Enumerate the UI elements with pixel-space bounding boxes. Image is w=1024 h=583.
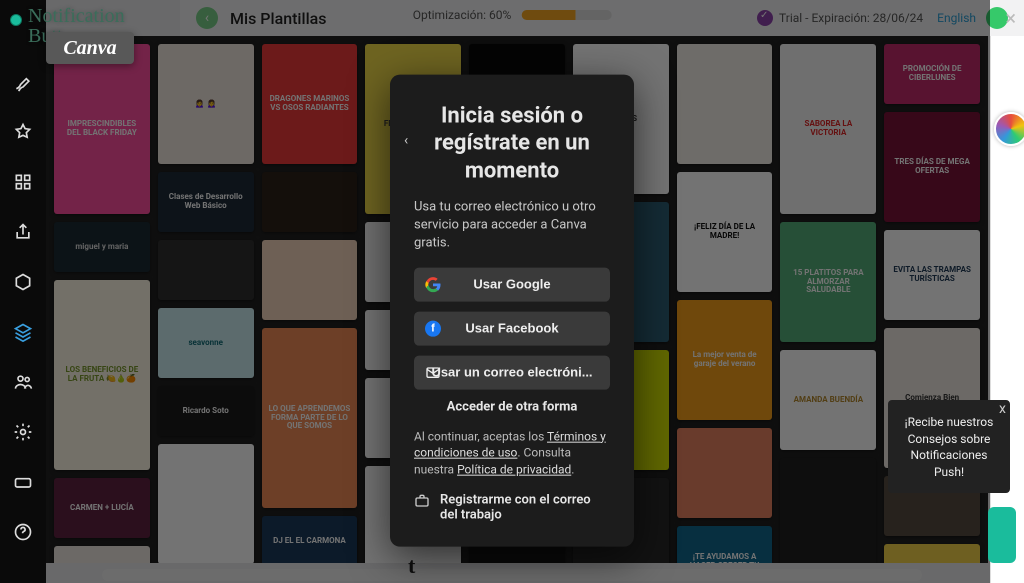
notification-dot-icon	[10, 14, 22, 26]
corner-widget[interactable]	[988, 507, 1016, 563]
login-facebook-button[interactable]: f Usar Facebook	[414, 311, 610, 345]
login-email-button[interactable]: Usar un correo electróni...	[414, 355, 610, 389]
briefcase-icon	[414, 493, 430, 513]
right-rail	[990, 36, 1024, 583]
push-close-icon[interactable]: x	[999, 400, 1006, 420]
modal-subtitle: Usa tu correo electrónico u otro servici…	[414, 199, 610, 254]
palette-icon[interactable]	[994, 112, 1024, 146]
canva-logo: Canva	[46, 32, 134, 64]
grid-icon[interactable]	[11, 170, 35, 194]
push-tip-text: ¡Recibe nuestros Consejos sobre Notifica…	[905, 415, 994, 479]
side-rail	[0, 0, 46, 583]
notification-overlay-line1: Notification	[28, 6, 125, 26]
modal-back-icon[interactable]: ‹	[404, 132, 408, 148]
work-email-label: Registrarme con el correo del trabajo	[440, 493, 610, 523]
legal-text: Al continuar, aceptas los Términos y con…	[414, 428, 610, 478]
login-google-button[interactable]: Usar Google	[414, 267, 610, 301]
work-email-link[interactable]: Registrarme con el correo del trabajo	[414, 493, 610, 523]
keyboard-icon[interactable]	[11, 470, 35, 494]
login-google-label: Usar Google	[473, 277, 550, 292]
facebook-icon: f	[424, 319, 442, 337]
google-icon	[424, 275, 442, 293]
brush-icon[interactable]	[11, 70, 35, 94]
help-icon[interactable]	[11, 520, 35, 544]
hex-icon[interactable]	[11, 270, 35, 294]
login-facebook-label: Usar Facebook	[465, 321, 558, 336]
login-email-label: Usar un correo electróni...	[431, 365, 592, 380]
auth-modal: ‹ Inicia sesión o regístrate en un momen…	[390, 74, 634, 546]
mail-icon	[424, 363, 442, 381]
users-icon[interactable]	[11, 370, 35, 394]
privacy-link[interactable]: Política de privacidad	[457, 463, 571, 477]
modal-title: Inicia sesión o regístrate en un momento	[414, 102, 610, 185]
star-icon[interactable]	[11, 120, 35, 144]
push-tip: x ¡Recibe nuestros Consejos sobre Notifi…	[888, 400, 1010, 493]
login-alt-link[interactable]: Acceder de otra forma	[414, 399, 610, 414]
share-icon[interactable]	[11, 220, 35, 244]
close-icon[interactable]: ×	[1005, 6, 1016, 30]
layers-icon[interactable]	[11, 320, 35, 344]
gear-icon[interactable]	[11, 420, 35, 444]
